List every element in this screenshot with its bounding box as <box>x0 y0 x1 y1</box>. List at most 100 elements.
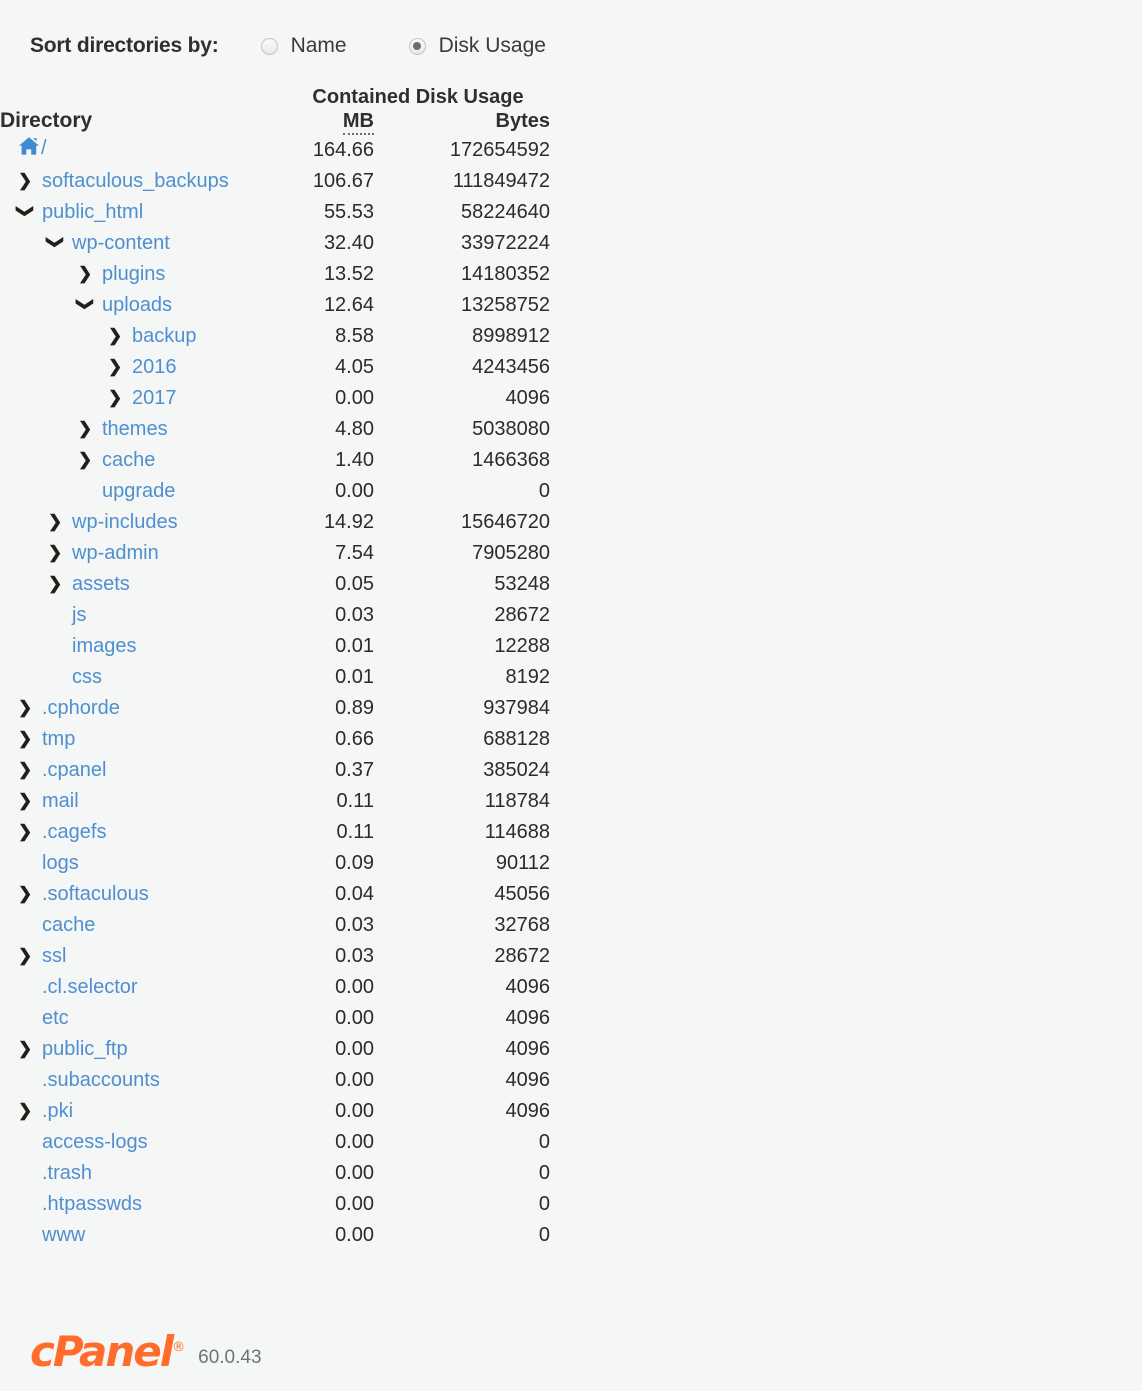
bytes-cell: 45056 <box>494 883 550 905</box>
chevron-right-icon[interactable]: ❯ <box>48 506 63 537</box>
mb-cell: 0.11 <box>336 790 374 812</box>
directory-link[interactable]: cache <box>102 449 155 471</box>
directory-link[interactable]: www <box>42 1224 85 1246</box>
directory-cell: ❯ 2016 <box>0 352 286 383</box>
chevron-right-icon[interactable]: ❯ <box>108 382 123 413</box>
directory-link[interactable]: cache <box>42 914 95 936</box>
chevron-right-icon[interactable]: ❯ <box>18 816 33 847</box>
directory-link[interactable]: public_ftp <box>42 1038 128 1060</box>
directory-link[interactable]: images <box>72 635 136 657</box>
mb-cell: 0.37 <box>335 759 374 781</box>
chevron-right-icon[interactable]: ❯ <box>78 444 93 475</box>
bytes-cell: 13258752 <box>461 294 550 316</box>
mb-cell: 0.00 <box>335 1131 374 1153</box>
directory-cell: ❯ assets <box>0 569 286 600</box>
directory-link[interactable]: .cphorde <box>42 697 120 719</box>
directory-link[interactable]: upgrade <box>102 480 175 502</box>
directory-cell: ❯ ssl <box>0 941 286 972</box>
directory-cell: ❯ public_ftp <box>0 1034 286 1065</box>
table-row: ❯ assets 0.05 53248 <box>0 569 550 600</box>
table-row: ❯ plugins 13.52 14180352 <box>0 259 550 290</box>
directory-link[interactable]: softaculous_backups <box>42 170 229 192</box>
sort-option-disk-usage[interactable]: Disk Usage <box>408 34 546 58</box>
directory-link[interactable]: logs <box>42 852 79 874</box>
chevron-down-icon[interactable]: ❯ <box>10 204 41 219</box>
mb-cell: 0.01 <box>335 635 374 657</box>
directory-link[interactable]: public_html <box>42 201 143 223</box>
column-header-mb[interactable]: MB <box>286 109 374 135</box>
directory-link[interactable]: uploads <box>102 294 172 316</box>
cpanel-logo-text: cPanel <box>30 1327 174 1376</box>
directory-cell: www <box>0 1220 286 1251</box>
directory-link[interactable]: .pki <box>42 1100 73 1122</box>
directory-link[interactable]: 2017 <box>132 387 177 409</box>
mb-cell: 7.54 <box>335 542 374 564</box>
bytes-cell: 937984 <box>483 697 550 719</box>
mb-cell: 0.03 <box>335 604 374 626</box>
directory-link[interactable]: ssl <box>42 945 66 967</box>
chevron-right-icon[interactable]: ❯ <box>78 258 93 289</box>
bytes-cell: 33972224 <box>461 232 550 254</box>
directory-link[interactable]: themes <box>102 418 168 440</box>
bytes-cell: 4096 <box>505 1007 551 1029</box>
table-row: ❯ wp-includes 14.92 15646720 <box>0 507 550 538</box>
directory-link[interactable]: .htpasswds <box>42 1193 142 1215</box>
chevron-right-icon[interactable]: ❯ <box>18 165 33 196</box>
directory-link[interactable]: etc <box>42 1007 69 1029</box>
table-row: etc 0.00 4096 <box>0 1003 550 1034</box>
chevron-right-icon[interactable]: ❯ <box>18 785 33 816</box>
chevron-right-icon[interactable]: ❯ <box>18 1095 33 1126</box>
directory-link[interactable]: / <box>41 137 47 159</box>
directory-link[interactable]: .subaccounts <box>42 1069 160 1091</box>
chevron-right-icon[interactable]: ❯ <box>78 413 93 444</box>
directory-cell: ❯ .cpanel <box>0 755 286 786</box>
chevron-down-icon[interactable]: ❯ <box>40 235 71 250</box>
chevron-right-icon[interactable]: ❯ <box>18 723 33 754</box>
directory-link[interactable]: css <box>72 666 102 688</box>
directory-link[interactable]: tmp <box>42 728 75 750</box>
table-row: / 164.66 172654592 <box>0 133 550 166</box>
chevron-right-icon[interactable]: ❯ <box>18 1033 33 1064</box>
chevron-right-icon[interactable]: ❯ <box>48 568 63 599</box>
radio-disk-usage-input[interactable] <box>408 37 426 55</box>
chevron-right-icon[interactable]: ❯ <box>18 754 33 785</box>
directory-link[interactable]: .trash <box>42 1162 92 1184</box>
directory-cell: css <box>0 662 286 693</box>
directory-link[interactable]: access-logs <box>42 1131 148 1153</box>
directory-cell: ❯ wp-content <box>0 228 286 259</box>
bytes-cell: 111849472 <box>452 170 550 192</box>
chevron-right-icon[interactable]: ❯ <box>108 320 123 351</box>
table-row: cache 0.03 32768 <box>0 910 550 941</box>
directory-link[interactable]: .cagefs <box>42 821 106 843</box>
chevron-right-icon[interactable]: ❯ <box>48 537 63 568</box>
chevron-right-icon[interactable]: ❯ <box>18 940 33 971</box>
table-row: www 0.00 0 <box>0 1220 550 1251</box>
chevron-right-icon[interactable]: ❯ <box>108 351 123 382</box>
directory-link[interactable]: assets <box>72 573 130 595</box>
chevron-right-icon[interactable]: ❯ <box>18 878 33 909</box>
directory-link[interactable]: .cl.selector <box>42 976 138 998</box>
directory-link[interactable]: 2016 <box>132 356 177 378</box>
mb-cell: 0.89 <box>335 697 374 719</box>
radio-name-input[interactable] <box>260 37 278 55</box>
directory-link[interactable]: wp-content <box>72 232 170 254</box>
home-icon[interactable] <box>18 135 40 166</box>
chevron-down-icon[interactable]: ❯ <box>70 297 101 312</box>
directory-cell: ❯ wp-admin <box>0 538 286 569</box>
directory-cell: logs <box>0 848 286 879</box>
chevron-right-icon[interactable]: ❯ <box>18 692 33 723</box>
contained-disk-usage-header: Contained Disk Usage <box>312 86 524 108</box>
directory-link[interactable]: plugins <box>102 263 165 285</box>
directory-link[interactable]: backup <box>132 325 197 347</box>
directory-link[interactable]: js <box>72 604 86 626</box>
sort-option-name[interactable]: Name <box>260 34 347 58</box>
directory-link[interactable]: wp-includes <box>72 511 178 533</box>
directory-link[interactable]: .cpanel <box>42 759 107 781</box>
directory-link[interactable]: .softaculous <box>42 883 149 905</box>
directory-link[interactable]: wp-admin <box>72 542 159 564</box>
directory-link[interactable]: mail <box>42 790 79 812</box>
bytes-cell: 58224640 <box>461 201 550 223</box>
